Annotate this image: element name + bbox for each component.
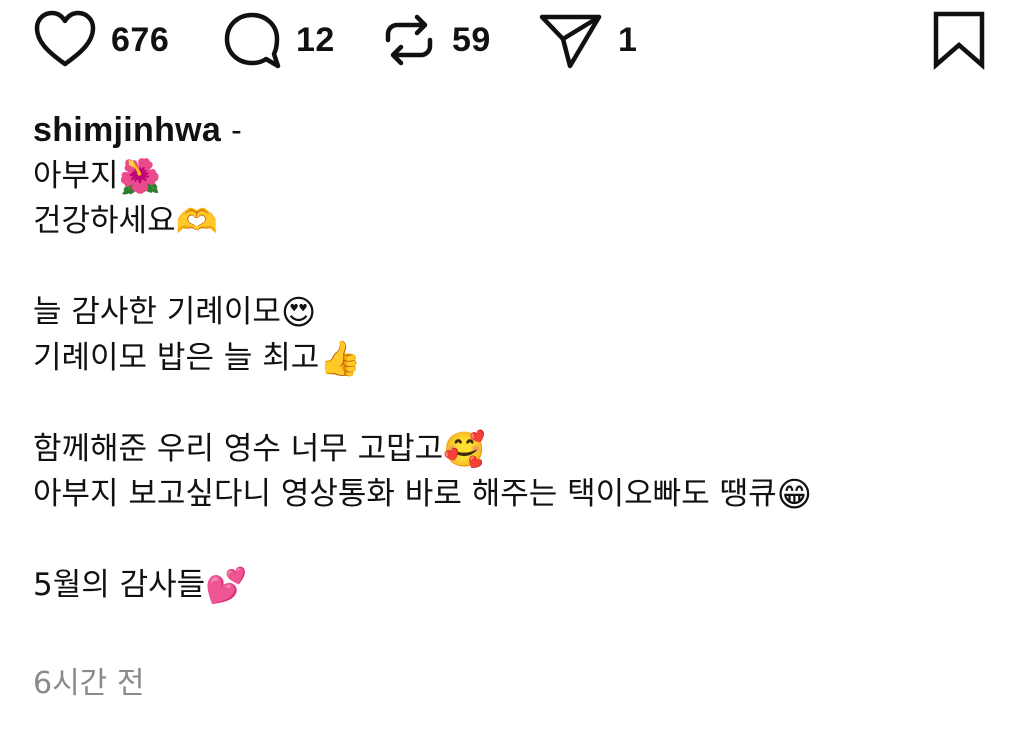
send-paper-plane-icon (539, 14, 602, 69)
caption-line: 5월의 감사들💕 (33, 563, 993, 609)
caption-emoji: 🫶 (175, 202, 218, 242)
caption-line-text: 함께해준 우리 영수 너무 고맙고 (33, 430, 444, 467)
share-button[interactable]: 1 (538, 10, 637, 70)
caption-line-text: 늘 감사한 기례이모 (33, 294, 281, 330)
caption-line-text: 5월의 감사들 (33, 567, 206, 603)
caption-emoji: 🥰 (443, 429, 486, 470)
caption-emoji: 💕 (205, 566, 248, 606)
repost-arrows-icon (385, 14, 433, 66)
caption-line: 아부지 보고싶다니 영상통화 바로 해주는 택이오빠도 땡큐😁 (33, 472, 993, 518)
caption-emoji: 🌺 (118, 156, 161, 197)
repost-count: 59 (452, 21, 491, 59)
post-timestamp: 6시간 전 (33, 666, 145, 701)
caption-header: shimjinhwa - (33, 108, 993, 154)
caption-line-text: 아부지 (33, 157, 119, 194)
share-count: 1 (618, 21, 638, 59)
caption-line: 건강하세요🫶 (33, 199, 993, 245)
caption-line-text: 기례이모 밥은 늘 최고 (33, 339, 320, 376)
caption-line: 늘 감사한 기례이모😍 (33, 290, 993, 336)
caption-emoji: 👍 (319, 338, 362, 379)
username-separator: - (231, 112, 242, 148)
post-action-bar: 676 12 59 1 (0, 0, 1024, 80)
caption-line: 함께해준 우리 영수 너무 고맙고🥰 (33, 427, 993, 473)
like-button[interactable]: 676 (33, 10, 169, 70)
heart-icon (34, 10, 96, 67)
bookmark-icon (933, 11, 985, 70)
comment-button[interactable]: 12 (222, 10, 335, 70)
caption-line-text: 아부지 보고싶다니 영상통화 바로 해주는 택이오빠도 땡큐 (33, 476, 777, 512)
post-caption: shimjinhwa - 아부지🌺 건강하세요🫶 늘 감사한 기례이모😍 기례이모 밥은… (33, 108, 993, 609)
comment-count: 12 (296, 21, 335, 59)
like-count: 676 (111, 21, 170, 59)
caption-body: 아부지🌺 건강하세요🫶 늘 감사한 기례이모😍 기례이모 밥은 늘 최고👍 함께해준 우… (33, 154, 993, 609)
username-link[interactable]: shimjinhwa (33, 111, 221, 149)
comment-bubble-icon (224, 12, 281, 69)
caption-emoji: 😁 (776, 475, 813, 515)
repost-button[interactable]: 59 (380, 10, 491, 70)
bookmark-button[interactable] (931, 10, 987, 70)
caption-line: 아부지🌺 (33, 154, 993, 200)
caption-emoji: 😍 (280, 293, 317, 333)
caption-line: 기례이모 밥은 늘 최고👍 (33, 336, 993, 382)
caption-line-text: 건강하세요 (33, 203, 176, 239)
